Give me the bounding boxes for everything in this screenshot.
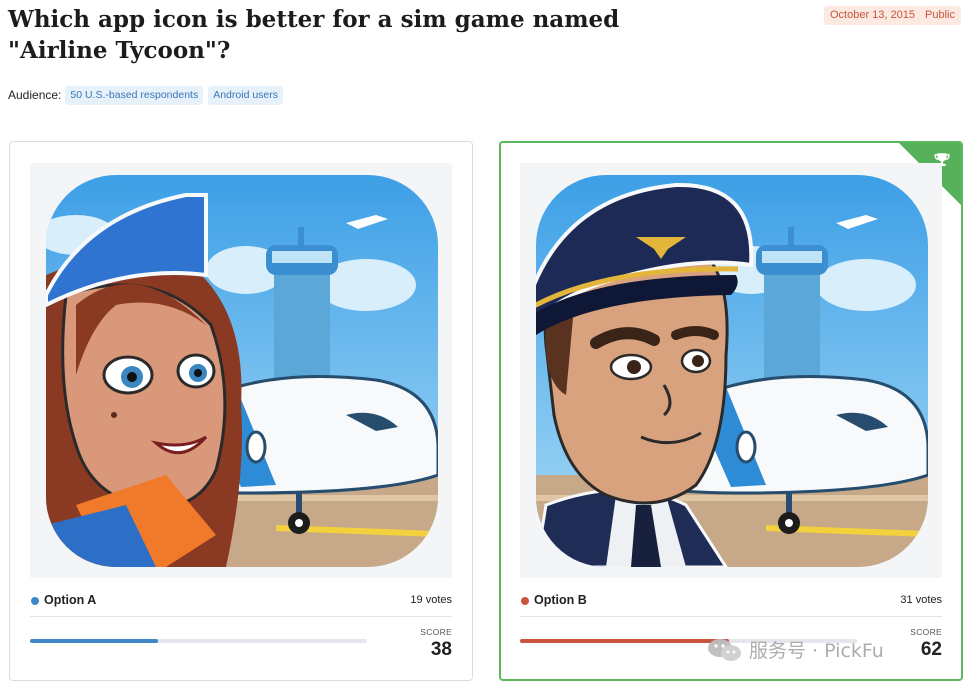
poll-title: Which app icon is better for a sim game … xyxy=(8,6,620,64)
option-b-divider xyxy=(520,616,942,617)
option-b-header: Option B 31 votes xyxy=(520,592,942,610)
option-b-votes: 31 votes xyxy=(900,594,942,606)
option-a-score-value: 38 xyxy=(430,639,452,660)
audience-tag-platform: Android users xyxy=(208,85,284,105)
option-b-card[interactable]: Option B 31 votes SCORE 62 xyxy=(499,141,963,681)
audience-row: Audience: 50 U.S.-based respondents Andr… xyxy=(8,85,288,105)
option-a-label: Option A xyxy=(44,593,97,607)
option-a-card[interactable]: Option A 19 votes SCORE 38 xyxy=(9,141,473,681)
option-a-color-dot xyxy=(31,597,39,605)
option-b-score-label: SCORE xyxy=(910,627,942,637)
option-a-votes: 19 votes xyxy=(410,594,452,606)
option-a-score-bar-fill xyxy=(30,639,159,643)
visibility-badge: Public xyxy=(919,6,961,25)
audience-label: Audience: xyxy=(8,88,62,102)
option-a-score-label: SCORE xyxy=(420,627,452,637)
option-b-label: Option B xyxy=(534,593,587,607)
option-a-divider xyxy=(30,616,452,617)
audience-tag-respondents: 50 U.S.-based respondents xyxy=(65,85,204,105)
option-a-image-frame xyxy=(30,163,452,578)
flight-attendant-icon[interactable] xyxy=(46,175,438,567)
option-b-color-dot xyxy=(521,597,529,605)
option-b-score-bar-fill xyxy=(520,639,729,643)
wechat-logo-icon xyxy=(708,638,741,661)
pilot-icon[interactable] xyxy=(536,175,928,567)
option-b-score-value: 62 xyxy=(920,639,942,660)
watermark: 服务号 · PickFu xyxy=(707,636,884,663)
date-badge: October 13, 2015 xyxy=(824,6,922,25)
option-b-image-frame xyxy=(520,163,942,578)
watermark-text: 服务号 · PickFu xyxy=(749,640,884,662)
option-a-score-bar xyxy=(30,639,367,643)
option-a-header: Option A 19 votes xyxy=(30,592,452,610)
